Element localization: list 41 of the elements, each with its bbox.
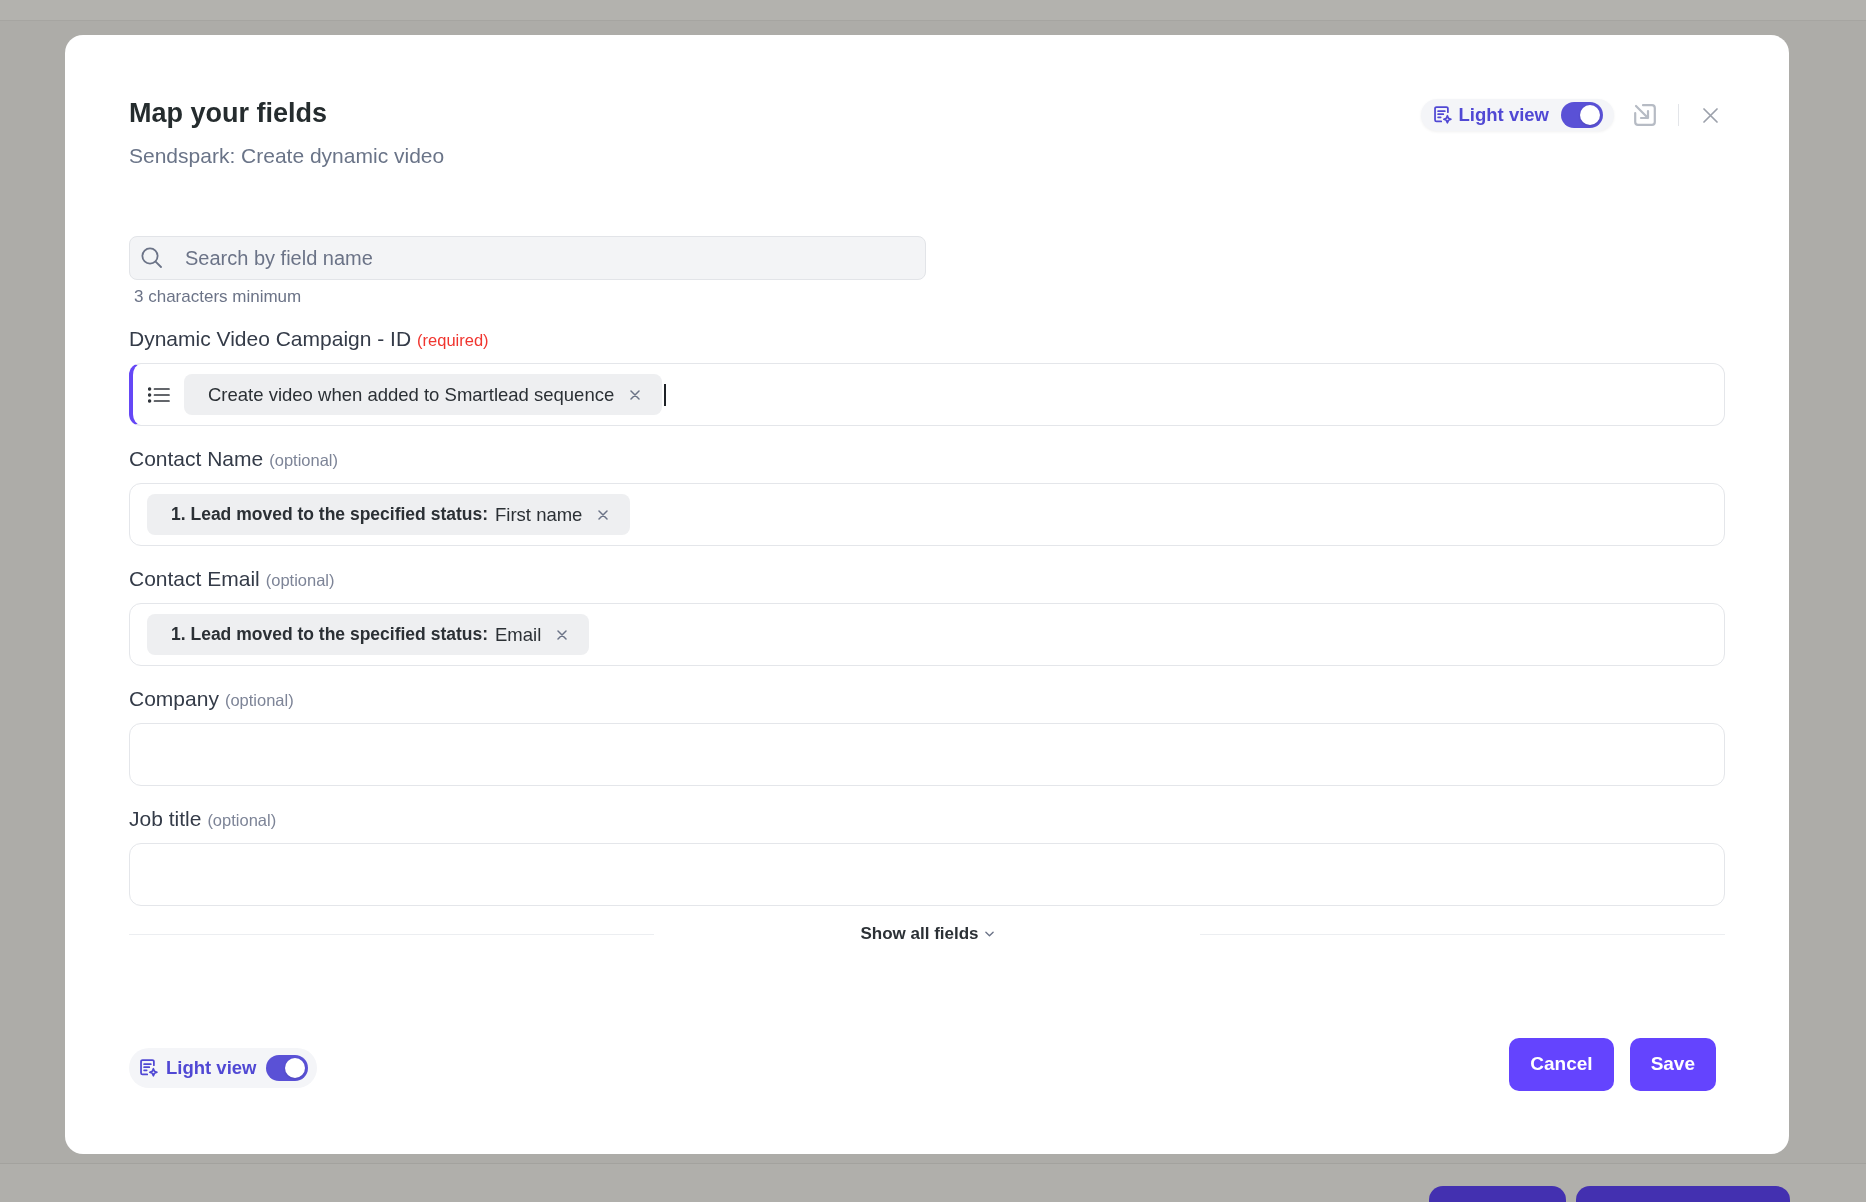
remove-icon[interactable] <box>598 509 609 520</box>
light-view-label: Light view <box>166 1057 257 1079</box>
optional-tag: (optional) <box>207 807 277 833</box>
close-icon[interactable] <box>1703 107 1718 123</box>
value-label: Email <box>495 622 542 647</box>
input-field[interactable]: Create video when added to Smartlead sequence <box>129 363 1725 426</box>
search-field[interactable]: Search by field name <box>129 236 926 280</box>
chevron-down-icon <box>984 931 994 937</box>
field-label: Dynamic Video Campaign - ID <box>129 326 412 352</box>
light-view-label: Light view <box>1458 104 1549 126</box>
step-label: 1. Lead moved to the specified status: <box>171 503 489 527</box>
cancel-button[interactable]: Cancel <box>1509 1038 1614 1091</box>
remove-icon[interactable] <box>630 389 641 400</box>
value-label: Create video when added to Smartlead sequence <box>208 382 615 407</box>
list-sparkle-icon <box>140 1059 158 1077</box>
optional-tag: (optional) <box>265 567 335 593</box>
field-label: Contact Name <box>129 446 264 472</box>
input-field[interactable]: 1. Lead moved to the specified status: Email <box>129 603 1725 666</box>
field-label: Job title <box>129 806 202 832</box>
remove-icon[interactable] <box>557 629 568 640</box>
required-tag: (required) <box>417 327 489 353</box>
input-field[interactable]: 1. Lead moved to the specified status: First name <box>129 483 1725 546</box>
show-all-fields-button[interactable]: Show all fields <box>860 922 994 946</box>
save-button[interactable]: Save <box>1629 1038 1716 1091</box>
input-field[interactable] <box>129 723 1725 786</box>
optional-tag: (optional) <box>269 447 339 473</box>
text-cursor <box>664 383 667 406</box>
dialog-title: Map your fields <box>129 97 329 129</box>
list-sparkle-icon <box>1433 106 1452 124</box>
step-label: 1. Lead moved to the specified status: <box>171 623 489 647</box>
toggle-switch[interactable] <box>1561 102 1603 128</box>
value-label: First name <box>495 502 583 527</box>
field-label: Contact Email <box>129 566 260 592</box>
toggle-switch[interactable] <box>266 1055 309 1081</box>
optional-tag: (optional) <box>224 687 294 713</box>
dialog-subtitle: Sendspark: Create dynamic video <box>129 143 445 169</box>
list-icon[interactable] <box>148 386 170 403</box>
field-label: Company <box>129 686 219 712</box>
search-icon <box>141 247 162 268</box>
input-field[interactable] <box>129 843 1725 906</box>
search-hint: 3 characters minimum <box>134 287 302 307</box>
